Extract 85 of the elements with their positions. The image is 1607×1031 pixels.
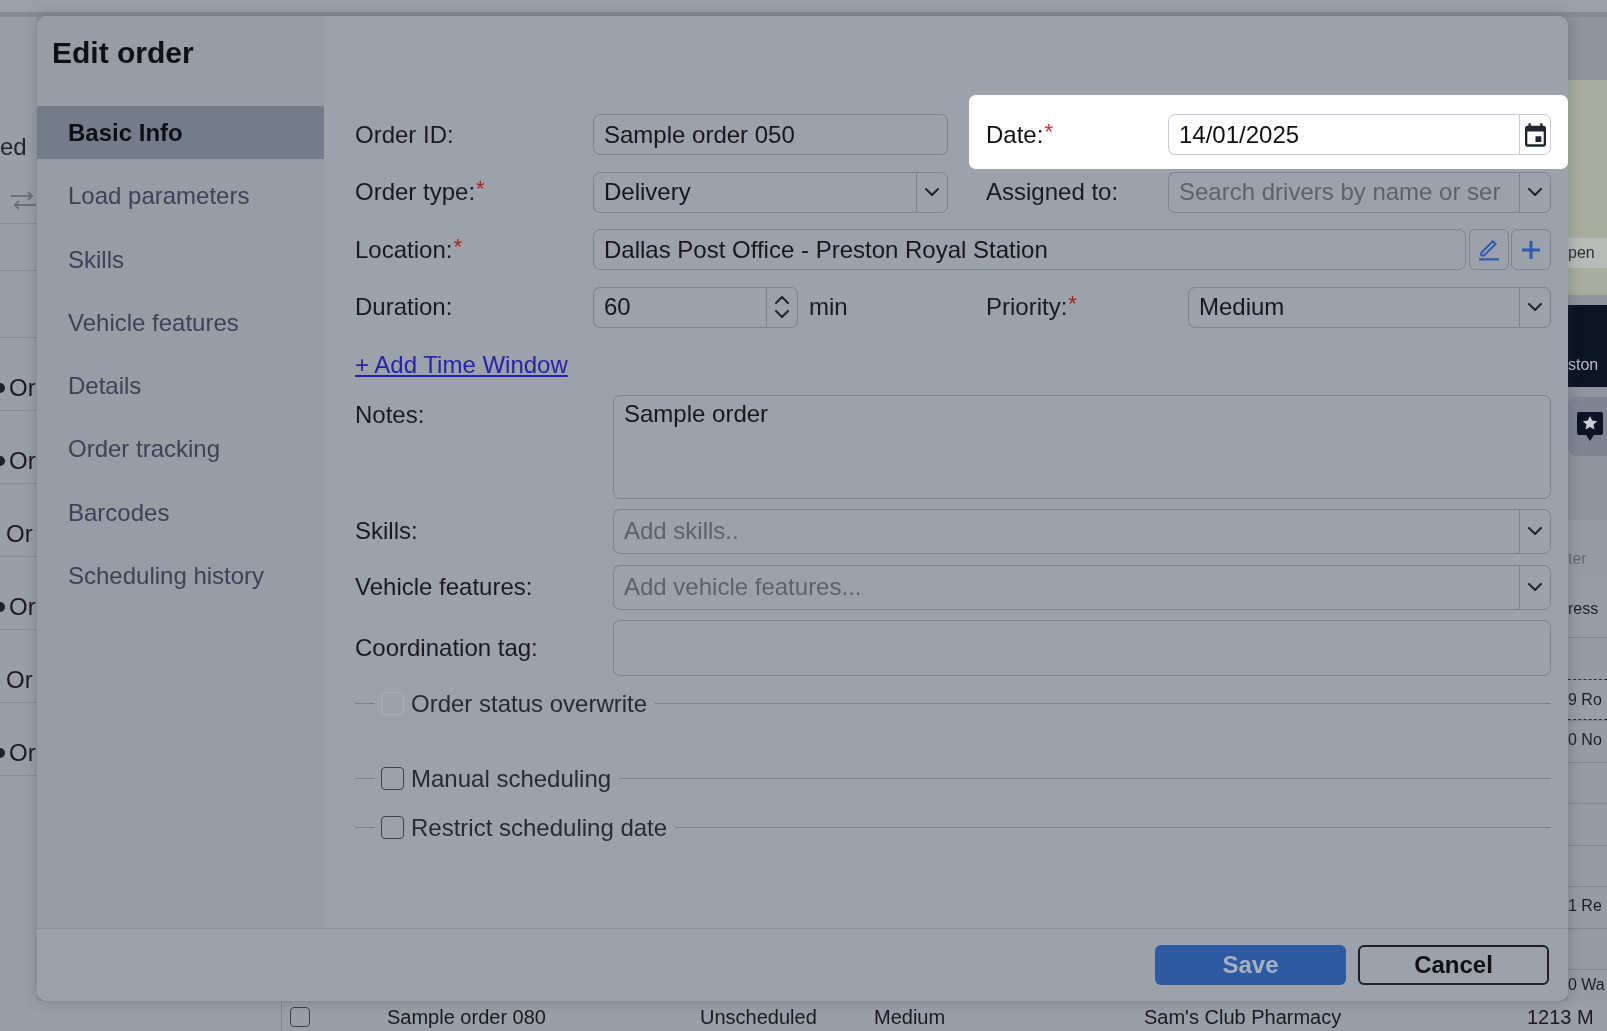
nav-item[interactable]: Barcodes	[37, 485, 324, 539]
chevron-up-icon	[775, 296, 789, 304]
table-row[interactable]: 1 Re	[1568, 886, 1607, 928]
comment-button[interactable]	[1568, 396, 1607, 456]
dropdown-button[interactable]	[1519, 508, 1551, 554]
chevron-down-icon	[775, 310, 789, 318]
panel-title: ston	[1568, 354, 1599, 375]
section-label: Manual scheduling	[411, 764, 612, 793]
field-label: Order type:	[355, 178, 476, 206]
checkbox[interactable]	[381, 816, 404, 839]
dropdown-button[interactable]	[916, 171, 948, 213]
column-header: ress	[1568, 579, 1607, 637]
table-cell-text: Sample order 080	[387, 1005, 547, 1029]
coordination-tag-field[interactable]	[613, 619, 1551, 676]
row-text: Or	[9, 739, 36, 767]
table-cell-text: 1213 M	[1527, 1005, 1595, 1029]
row-text: Or	[6, 666, 33, 694]
row-text: Or	[9, 593, 36, 621]
section-label: Order status overwrite	[411, 689, 648, 718]
field-label: Vehicle features:	[355, 573, 533, 601]
plus-icon	[1521, 239, 1541, 260]
panel-heading: ed	[0, 133, 27, 161]
spinner-button[interactable]	[766, 286, 798, 328]
save-button[interactable]: Save	[1155, 945, 1346, 985]
notes-field[interactable]: Sample order	[613, 394, 1551, 499]
table-row[interactable]: 9 Ro	[1568, 678, 1607, 720]
required-asterisk: *	[1044, 120, 1053, 143]
add-button[interactable]	[1511, 229, 1551, 270]
date-field[interactable]: 14/01/2025	[1168, 114, 1519, 155]
vehicle-features-dropdown[interactable]: Add vehicle features...	[613, 564, 1519, 610]
cancel-button[interactable]: Cancel	[1358, 945, 1549, 985]
row-text: Or	[9, 374, 36, 402]
field-label: Duration:	[355, 293, 453, 321]
section-label: Restrict scheduling date	[411, 813, 668, 842]
nav-item[interactable]: Order tracking	[37, 422, 324, 476]
dropdown-button[interactable]	[1519, 286, 1551, 328]
required-asterisk: *	[453, 235, 462, 258]
field-label: Coordination tag:	[355, 633, 538, 662]
row-text: Or	[6, 520, 33, 548]
order-id-field[interactable]: Sample order 050	[593, 114, 948, 155]
duration-field[interactable]: 60	[593, 286, 766, 328]
row-text: Or	[9, 447, 36, 475]
dialog-title: Edit order	[52, 35, 194, 71]
chevron-down-icon	[1528, 303, 1542, 311]
location-field[interactable]: Dallas Post Office - Preston Royal Station	[593, 229, 1466, 270]
assigned-to-dropdown[interactable]: Search drivers by name or ser	[1168, 171, 1519, 213]
table-cell-text: Medium	[874, 1005, 947, 1029]
chevron-down-icon	[1528, 527, 1542, 535]
table-cell-text: Sam's Club Pharmacy	[1144, 1005, 1343, 1029]
nav-item[interactable]: Basic Info	[37, 106, 324, 159]
table-cell-text: Unscheduled	[700, 1005, 818, 1029]
star-comment-icon	[1576, 410, 1604, 442]
field-label: Assigned to:	[986, 178, 1119, 206]
required-asterisk: *	[1068, 293, 1077, 315]
checkbox[interactable]	[290, 1007, 310, 1027]
dropdown-button[interactable]	[1519, 564, 1551, 610]
field-label: Order ID:	[355, 120, 454, 149]
nav-item[interactable]: Scheduling history	[37, 549, 324, 603]
nav-item[interactable]: Details	[37, 359, 324, 413]
chevron-down-icon	[925, 188, 939, 196]
field-label: Skills:	[355, 517, 418, 545]
required-asterisk: *	[476, 178, 485, 200]
table-row[interactable]: 0 Wa	[1568, 969, 1607, 1001]
dropdown-button[interactable]	[1519, 171, 1551, 213]
calendar-button[interactable]	[1519, 114, 1551, 155]
checkbox[interactable]	[381, 767, 404, 790]
field-label: Date:	[986, 120, 1044, 149]
nav-item[interactable]: Skills	[37, 232, 324, 286]
unit-label: min	[809, 293, 848, 321]
nav-item[interactable]: Load parameters	[37, 169, 324, 223]
field-label: Location:	[355, 235, 453, 264]
order-type-dropdown[interactable]: Delivery	[593, 171, 916, 213]
nav-item[interactable]: Vehicle features	[37, 295, 324, 349]
edit-button[interactable]	[1468, 229, 1509, 270]
chevron-down-icon	[1528, 583, 1542, 591]
table-row[interactable]: 0 No	[1568, 720, 1607, 762]
field-label: Notes:	[355, 400, 425, 429]
skills-dropdown[interactable]: Add skills..	[613, 508, 1519, 554]
add-time-window-link[interactable]: + Add Time Window	[355, 351, 568, 378]
chevron-down-icon	[1528, 188, 1542, 196]
field-label: Priority:	[986, 293, 1068, 321]
pencil-icon	[1477, 238, 1500, 261]
calendar-icon	[1524, 122, 1546, 147]
map-label: pen	[1568, 238, 1607, 268]
priority-dropdown[interactable]: Medium	[1188, 286, 1519, 328]
